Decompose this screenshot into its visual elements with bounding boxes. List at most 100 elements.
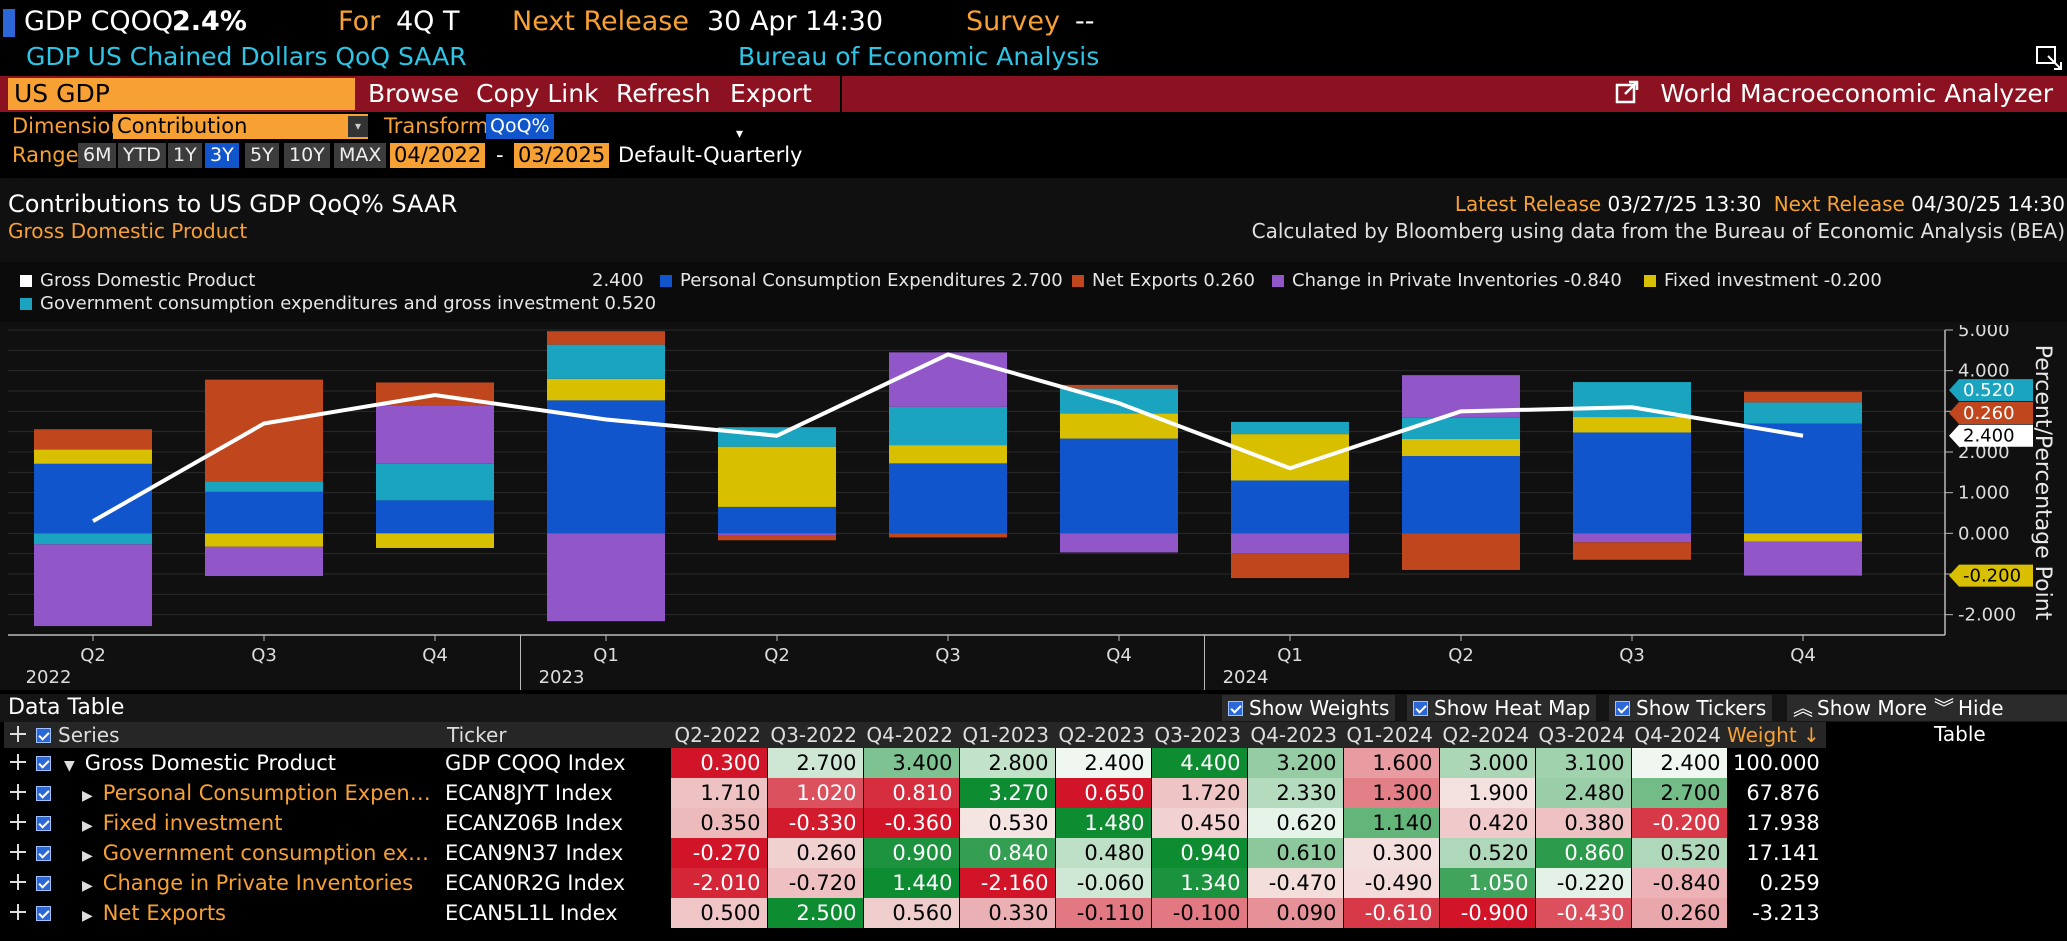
hide-table-button[interactable]: ︾ Hide Table bbox=[1928, 695, 2067, 746]
bar-segment[interactable] bbox=[718, 535, 836, 541]
value-cell[interactable]: -0.270 bbox=[671, 838, 768, 868]
value-cell[interactable]: -0.360 bbox=[863, 808, 960, 838]
copy-link-button[interactable]: Copy Link bbox=[466, 76, 611, 112]
value-cell[interactable]: -0.610 bbox=[1343, 898, 1440, 928]
row-checkbox[interactable] bbox=[35, 816, 51, 831]
value-cell[interactable]: 0.810 bbox=[863, 778, 960, 808]
value-cell[interactable]: 0.350 bbox=[671, 808, 768, 838]
value-cell[interactable]: 3.100 bbox=[1535, 748, 1632, 778]
period-column-header[interactable]: Q4-2023 bbox=[1247, 722, 1343, 748]
bar-segment[interactable] bbox=[34, 429, 152, 450]
value-cell[interactable]: 0.520 bbox=[1439, 838, 1536, 868]
value-cell[interactable]: 0.520 bbox=[1631, 838, 1728, 868]
move-icon[interactable] bbox=[10, 844, 26, 860]
value-cell[interactable]: 3.200 bbox=[1247, 748, 1344, 778]
period-column-header[interactable]: Q3-2022 bbox=[767, 722, 863, 748]
value-cell[interactable]: 0.450 bbox=[1151, 808, 1248, 838]
legend-item-net-exports[interactable]: Net Exports 0.260 bbox=[1072, 270, 1255, 291]
row-checkbox[interactable] bbox=[35, 906, 51, 921]
value-cell[interactable]: -0.330 bbox=[767, 808, 864, 838]
bar-segment[interactable] bbox=[1744, 391, 1862, 403]
value-cell[interactable]: 0.300 bbox=[1343, 838, 1440, 868]
bar-segment[interactable] bbox=[1402, 438, 1520, 457]
row-checkbox[interactable] bbox=[35, 876, 51, 891]
bar-segment[interactable] bbox=[1060, 533, 1178, 553]
value-cell[interactable]: 2.400 bbox=[1055, 748, 1152, 778]
value-cell[interactable]: -0.900 bbox=[1439, 898, 1536, 928]
show-heat-map-toggle[interactable]: Show Heat Map bbox=[1407, 695, 1597, 721]
value-cell[interactable]: -0.470 bbox=[1247, 868, 1344, 898]
value-cell[interactable]: 1.900 bbox=[1439, 778, 1536, 808]
value-cell[interactable]: -0.110 bbox=[1055, 898, 1152, 928]
bar-segment[interactable] bbox=[718, 446, 836, 507]
bar-segment[interactable] bbox=[1402, 456, 1520, 534]
legend-item-gdp[interactable]: Gross Domestic Product bbox=[20, 270, 255, 291]
app-launch-link[interactable]: World Macroeconomic Analyzer bbox=[1614, 76, 2053, 112]
value-cell[interactable]: 2.800 bbox=[959, 748, 1056, 778]
bar-segment[interactable] bbox=[1060, 438, 1178, 534]
series-cell[interactable]: ▶ Change in Private Inventories bbox=[54, 868, 445, 898]
period-column-header[interactable]: Q1-2023 bbox=[959, 722, 1055, 748]
series-cell[interactable]: ▶ Personal Consumption Expen… bbox=[54, 778, 445, 808]
ticker-cell[interactable]: ECAN9N37 Index bbox=[445, 838, 671, 868]
value-cell[interactable]: 0.500 bbox=[671, 898, 768, 928]
browse-button[interactable]: Browse bbox=[358, 76, 472, 112]
period-column-header[interactable]: Q1-2024 bbox=[1343, 722, 1439, 748]
bar-segment[interactable] bbox=[205, 491, 323, 534]
legend-item-pce[interactable]: Personal Consumption Expenditures 2.700 bbox=[660, 270, 1063, 291]
value-cell[interactable]: 2.330 bbox=[1247, 778, 1344, 808]
bar-segment[interactable] bbox=[1573, 382, 1691, 418]
expand-icon[interactable]: ▶ bbox=[82, 908, 93, 924]
bar-segment[interactable] bbox=[1744, 423, 1862, 534]
series-cell[interactable]: ▶ Net Exports bbox=[54, 898, 445, 928]
value-cell[interactable]: 0.900 bbox=[863, 838, 960, 868]
move-icon[interactable] bbox=[10, 814, 26, 830]
bar-segment[interactable] bbox=[34, 533, 152, 545]
value-cell[interactable]: 2.500 bbox=[767, 898, 864, 928]
series-cell[interactable]: ▶ Government consumption ex… bbox=[54, 838, 445, 868]
bar-segment[interactable] bbox=[1573, 432, 1691, 534]
row-checkbox[interactable] bbox=[35, 846, 51, 861]
bar-segment[interactable] bbox=[1573, 417, 1691, 433]
bar-segment[interactable] bbox=[889, 352, 1007, 407]
collapse-icon[interactable]: ▼ bbox=[64, 758, 75, 774]
range-5y-button[interactable]: 5Y bbox=[245, 143, 279, 168]
series-column-header[interactable]: Series bbox=[54, 722, 445, 748]
legend-item-fixed-investment[interactable]: Fixed investment -0.200 bbox=[1644, 270, 1882, 291]
ticker-cell[interactable]: ECAN8JYT Index bbox=[445, 778, 671, 808]
value-cell[interactable]: 0.860 bbox=[1535, 838, 1632, 868]
show-more-button[interactable]: ︽ Show More bbox=[1787, 695, 1933, 721]
value-cell[interactable]: -2.010 bbox=[671, 868, 768, 898]
move-icon[interactable] bbox=[10, 904, 26, 920]
bar-segment[interactable] bbox=[1573, 542, 1691, 560]
bar-segment[interactable] bbox=[205, 546, 323, 577]
value-cell[interactable]: 2.700 bbox=[1631, 778, 1728, 808]
value-cell[interactable]: -0.220 bbox=[1535, 868, 1632, 898]
value-cell[interactable]: 2.480 bbox=[1535, 778, 1632, 808]
value-cell[interactable]: 1.340 bbox=[1151, 868, 1248, 898]
ticker-cell[interactable]: ECANZ06B Index bbox=[445, 808, 671, 838]
popout-icon[interactable] bbox=[2034, 44, 2064, 72]
expand-icon[interactable]: ▶ bbox=[82, 788, 93, 804]
value-cell[interactable]: 0.840 bbox=[959, 838, 1056, 868]
value-cell[interactable]: 3.270 bbox=[959, 778, 1056, 808]
bar-segment[interactable] bbox=[1402, 417, 1520, 439]
bar-segment[interactable] bbox=[34, 449, 152, 464]
table-row[interactable]: ▼ Gross Domestic Product GDP CQOQ Index 0.3… bbox=[4, 748, 1826, 778]
value-cell[interactable]: -0.060 bbox=[1055, 868, 1152, 898]
value-cell[interactable]: 3.400 bbox=[863, 748, 960, 778]
move-icon[interactable] bbox=[10, 784, 26, 800]
move-icon[interactable] bbox=[10, 726, 26, 742]
period-column-header[interactable]: Q2-2024 bbox=[1439, 722, 1535, 748]
period-column-header[interactable]: Q3-2023 bbox=[1151, 722, 1247, 748]
value-cell[interactable]: 0.620 bbox=[1247, 808, 1344, 838]
bar-segment[interactable] bbox=[1744, 402, 1862, 424]
dimension-select[interactable]: Contribution ▾ bbox=[113, 114, 368, 139]
select-all-checkbox[interactable] bbox=[35, 728, 51, 743]
value-cell[interactable]: 1.020 bbox=[767, 778, 864, 808]
table-row[interactable]: ▶ Change in Private Inventories ECAN0R2G I… bbox=[4, 868, 1826, 898]
bar-segment[interactable] bbox=[1231, 434, 1349, 481]
start-date-input[interactable]: 04/2022 bbox=[390, 143, 486, 168]
series-cell[interactable]: ▼ Gross Domestic Product bbox=[54, 748, 445, 778]
value-cell[interactable]: 0.420 bbox=[1439, 808, 1536, 838]
